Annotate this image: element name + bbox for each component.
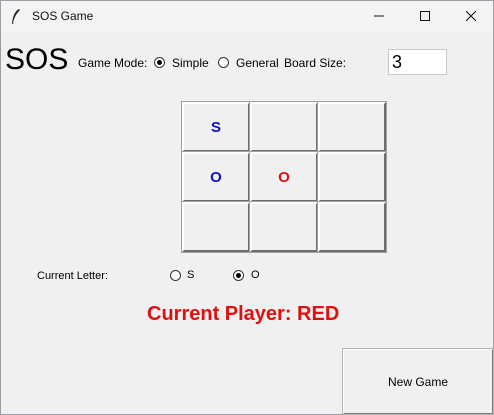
current-player-status: Current Player: RED [147,303,340,325]
board-size-label: Board Size: [284,56,347,70]
mode-simple-radio[interactable] [154,57,165,68]
title-bar[interactable]: SOS Game [1,1,493,31]
board-cell[interactable]: O [181,151,251,203]
letter-s-radio[interactable] [170,270,181,281]
close-button[interactable] [448,1,494,31]
minimize-button[interactable] [356,1,402,31]
mode-simple-label[interactable]: Simple [172,56,209,70]
board-cell[interactable]: S [181,101,251,153]
new-game-button[interactable]: New Game [342,348,494,415]
game-mode-label: Game Mode: [78,56,148,70]
minimize-icon [374,15,384,17]
board-cell[interactable] [317,201,387,253]
mode-general-radio[interactable] [218,57,229,68]
close-icon [466,11,476,21]
board-cell[interactable] [249,101,319,153]
board-cell[interactable]: O [249,151,319,203]
sos-game-window: SOS Game SOS Game Mode: Simple General B… [0,0,494,415]
letter-o-label[interactable]: O [251,269,260,281]
letter-o-radio[interactable] [233,270,244,281]
mode-general-label[interactable]: General [236,56,279,70]
board-size-input[interactable]: 3 [388,49,447,75]
board-cell[interactable] [317,101,387,153]
board-cell[interactable] [181,201,251,253]
board-cell[interactable] [317,151,387,203]
current-letter-label: Current Letter: [37,270,108,282]
game-board: S O O [181,101,387,254]
maximize-button[interactable] [402,1,448,31]
sos-title: SOS [5,43,69,76]
window-title: SOS Game [32,9,94,23]
feather-icon [12,9,20,24]
board-cell[interactable] [249,201,319,253]
letter-s-label[interactable]: S [187,269,194,281]
maximize-icon [420,11,430,21]
